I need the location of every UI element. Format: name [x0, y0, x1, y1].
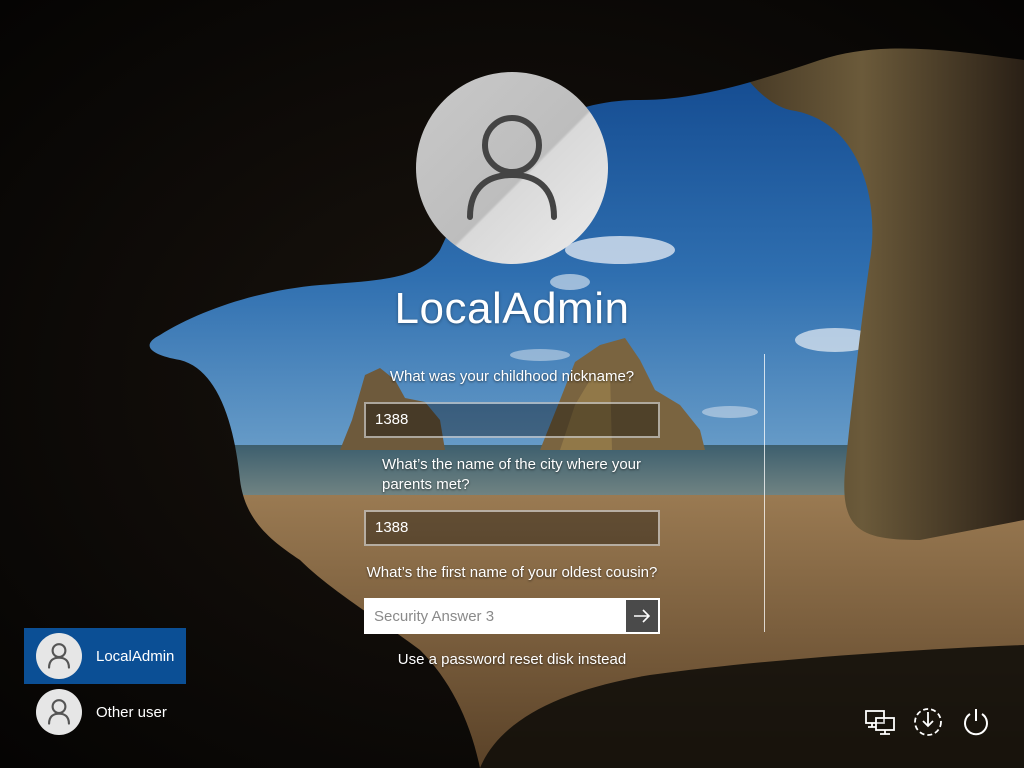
user-icon [48, 699, 70, 725]
security-question-1: What was your childhood nickname? [389, 368, 635, 385]
security-answer-3-container [364, 598, 660, 634]
power-button[interactable] [958, 704, 994, 740]
security-question-2-line-1: What’s the name of the city where your [382, 456, 642, 473]
user-icon [467, 115, 557, 220]
security-answer-3-input[interactable] [366, 600, 626, 632]
security-answer-1-field[interactable]: 1388 [364, 402, 660, 438]
security-answer-1-value: 1388 [375, 411, 409, 428]
security-answer-2-field[interactable]: 1388 [364, 510, 660, 546]
network-button[interactable] [862, 704, 898, 740]
security-question-2-line-2: parents met? [382, 476, 470, 493]
vertical-divider [764, 354, 765, 632]
security-question-3: What’s the first name of your oldest cou… [366, 564, 658, 581]
user-tile-localadmin[interactable]: LocalAdmin [24, 628, 186, 684]
submit-button[interactable] [626, 600, 658, 632]
password-reset-disk-link[interactable]: Use a password reset disk instead [364, 651, 660, 668]
username-title: LocalAdmin [394, 284, 630, 333]
user-tile-avatar [36, 689, 82, 735]
security-answer-2-value: 1388 [375, 519, 409, 536]
ease-of-access-icon [914, 708, 942, 736]
security-question-2: What’s the name of the city where your p… [382, 455, 672, 495]
user-tile-label: LocalAdmin [96, 647, 175, 665]
user-tile-other-user[interactable]: Other user [24, 684, 186, 740]
network-icon [865, 710, 895, 735]
arrow-right-icon [634, 609, 651, 623]
user-avatar [416, 72, 608, 264]
user-icon [48, 643, 70, 669]
user-tile-avatar [36, 633, 82, 679]
ease-of-access-button[interactable] [910, 704, 946, 740]
user-tile-label: Other user [96, 703, 167, 721]
power-icon [964, 709, 988, 736]
